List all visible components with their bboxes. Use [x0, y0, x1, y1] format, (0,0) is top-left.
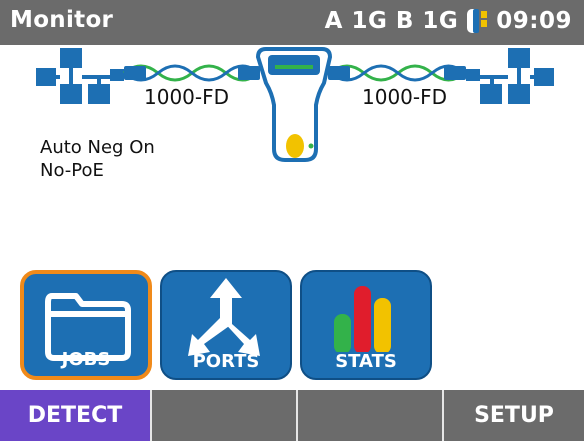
battery-icon — [466, 7, 488, 35]
jobs-tile[interactable]: JOBS — [20, 270, 152, 380]
setup-softkey[interactable]: SETUP — [444, 390, 584, 441]
poe-status: No-PoE — [40, 160, 104, 181]
clock: 09:09 — [496, 8, 572, 34]
screen-title: Monitor — [10, 7, 114, 33]
port-link-status: A 1G B 1G — [324, 8, 459, 34]
softkey-bar: DETECT SETUP — [0, 390, 584, 441]
left-cable-icon — [123, 64, 260, 82]
tester-device-icon — [255, 47, 333, 162]
right-link-speed: 1000-FD — [362, 85, 448, 109]
auto-negotiation-status: Auto Neg On — [40, 137, 155, 158]
ports-tile-label: PORTS — [192, 351, 260, 372]
jobs-tile-label: JOBS — [61, 349, 111, 370]
stats-tile-label: STATS — [335, 351, 397, 372]
softkey-2[interactable] — [152, 390, 298, 441]
left-network-icon — [36, 48, 124, 104]
stats-tile[interactable]: STATS — [300, 270, 432, 380]
right-cable-icon — [328, 64, 466, 82]
softkey-3[interactable] — [298, 390, 444, 441]
monitor-screen: Monitor A 1G B 1G 09:09 1000-FD 1000-FD … — [0, 0, 584, 441]
status-indicators: A 1G B 1G 09:09 — [325, 7, 572, 35]
ports-tile[interactable]: PORTS — [160, 270, 292, 380]
right-network-icon — [466, 48, 554, 104]
detect-softkey[interactable]: DETECT — [0, 390, 152, 441]
left-link-speed: 1000-FD — [144, 85, 230, 109]
status-bar: Monitor A 1G B 1G 09:09 — [0, 0, 584, 45]
